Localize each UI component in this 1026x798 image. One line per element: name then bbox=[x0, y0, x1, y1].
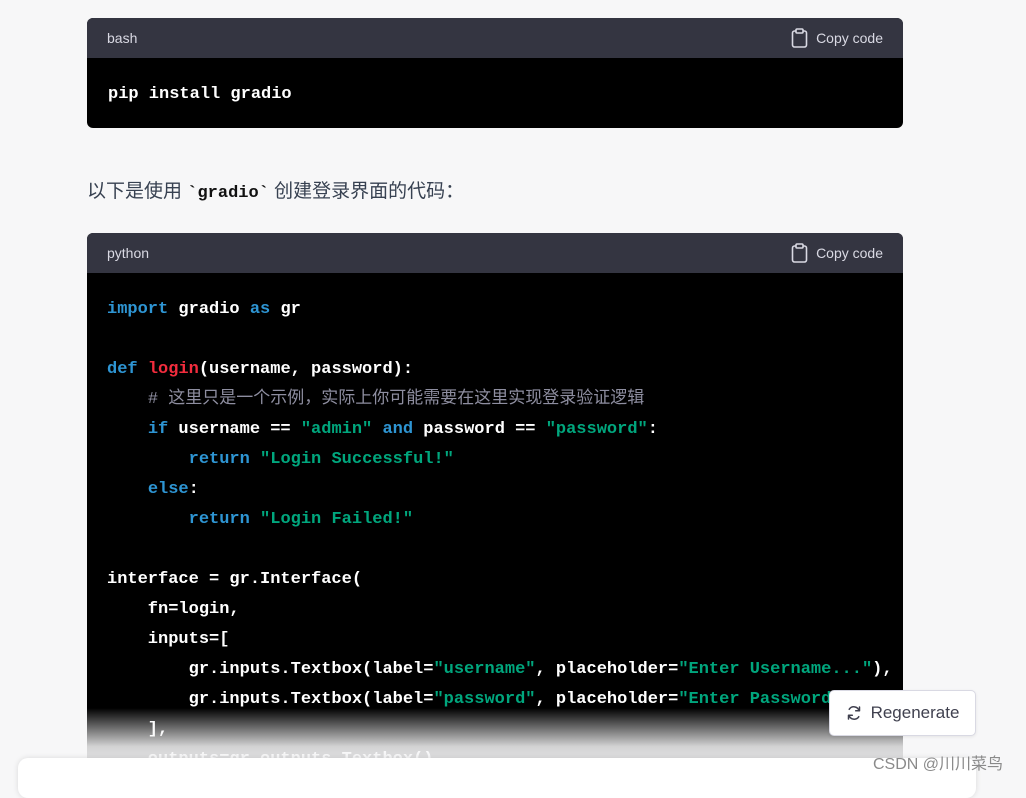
code-token: gradio bbox=[168, 300, 250, 319]
intro-text: 以下是使用 `gradio` 创建登录界面的代码： bbox=[87, 176, 464, 203]
clipboard-icon bbox=[791, 243, 808, 263]
copy-code-button[interactable]: Copy code bbox=[791, 243, 883, 263]
code-token: "admin" bbox=[300, 420, 373, 439]
code-block-header: bash Copy code bbox=[87, 18, 903, 58]
code-content: pip install gradio bbox=[108, 85, 292, 104]
code-line: return "Login Successful!" bbox=[107, 445, 883, 475]
code-language-label: python bbox=[107, 245, 150, 261]
code-token: and bbox=[382, 420, 414, 439]
code-token: , placeholder= bbox=[535, 690, 679, 709]
code-token: "Login Failed!" bbox=[260, 510, 414, 529]
code-language-label: bash bbox=[107, 30, 138, 46]
code-token: "Enter Username..." bbox=[678, 660, 873, 679]
code-token: return bbox=[188, 450, 250, 469]
code-token: : bbox=[188, 480, 199, 499]
refresh-icon bbox=[847, 706, 860, 720]
code-token: interface = gr.Interface( bbox=[107, 570, 363, 589]
code-token: def bbox=[107, 360, 138, 379]
code-token: username == bbox=[168, 420, 301, 439]
watermark: CSDN @川川菜鸟 bbox=[873, 756, 1004, 773]
code-token: "password" bbox=[545, 420, 648, 439]
code-token: gr.inputs.Textbox(label= bbox=[107, 660, 434, 679]
code-token: : bbox=[647, 420, 658, 439]
bash-code-block: bash Copy code pip install gradio bbox=[87, 18, 903, 128]
code-token: # 这里只是一个示例，实际上你可能需要在这里实现登录验证逻辑 bbox=[147, 390, 645, 409]
code-token: if bbox=[147, 420, 169, 439]
code-token: "username" bbox=[433, 660, 536, 679]
intro-text-before: 以下是使用 bbox=[87, 181, 188, 202]
regenerate-label: Regenerate bbox=[870, 703, 960, 722]
code-token: login bbox=[147, 360, 199, 379]
code-token: fn=login, bbox=[107, 600, 240, 619]
code-line: inputs=[ bbox=[107, 625, 883, 655]
code-line: return "Login Failed!" bbox=[107, 505, 883, 535]
code-line: def login(username, password): bbox=[107, 355, 883, 385]
copy-code-label: Copy code bbox=[816, 30, 883, 46]
code-block-header: python Copy code bbox=[87, 233, 903, 273]
code-token: return bbox=[188, 510, 250, 529]
chat-input-box[interactable] bbox=[18, 758, 976, 798]
code-token: "password" bbox=[433, 690, 536, 709]
code-token: as bbox=[249, 300, 271, 319]
code-token: inputs=[ bbox=[107, 630, 230, 649]
code-token: else bbox=[147, 480, 189, 499]
code-token: ), bbox=[872, 660, 893, 679]
code-token: (username, password): bbox=[198, 360, 414, 379]
copy-code-label: Copy code bbox=[816, 245, 883, 261]
code-token: import bbox=[107, 300, 169, 319]
inline-code: `gradio` bbox=[187, 184, 269, 203]
code-token: "Login Successful!" bbox=[260, 450, 454, 469]
code-token: password == bbox=[413, 420, 546, 439]
code-token: , placeholder= bbox=[535, 660, 679, 679]
code-line: interface = gr.Interface( bbox=[107, 565, 883, 595]
regenerate-button[interactable]: Regenerate bbox=[829, 690, 976, 736]
code-line: import gradio as gr bbox=[107, 295, 883, 325]
code-line: if username == "admin" and password == "… bbox=[107, 415, 883, 445]
code-token: gr.inputs.Textbox(label= bbox=[107, 690, 434, 709]
clipboard-icon bbox=[791, 28, 808, 48]
copy-code-button[interactable]: Copy code bbox=[791, 28, 883, 48]
code-line: # 这里只是一个示例，实际上你可能需要在这里实现登录验证逻辑 bbox=[107, 385, 883, 415]
code-line: else: bbox=[107, 475, 883, 505]
code-token: gr bbox=[270, 300, 301, 319]
code-line: gr.inputs.Textbox(label="username", plac… bbox=[107, 655, 893, 685]
intro-text-after: 创建登录界面的代码： bbox=[268, 181, 465, 202]
code-line: fn=login, bbox=[107, 595, 883, 625]
